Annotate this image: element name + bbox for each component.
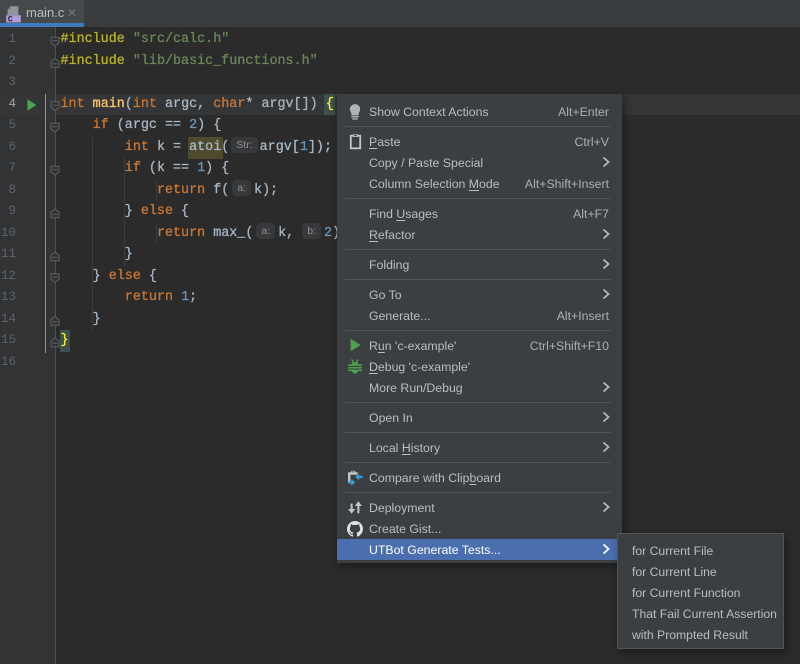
svg-text:C: C bbox=[8, 15, 13, 24]
